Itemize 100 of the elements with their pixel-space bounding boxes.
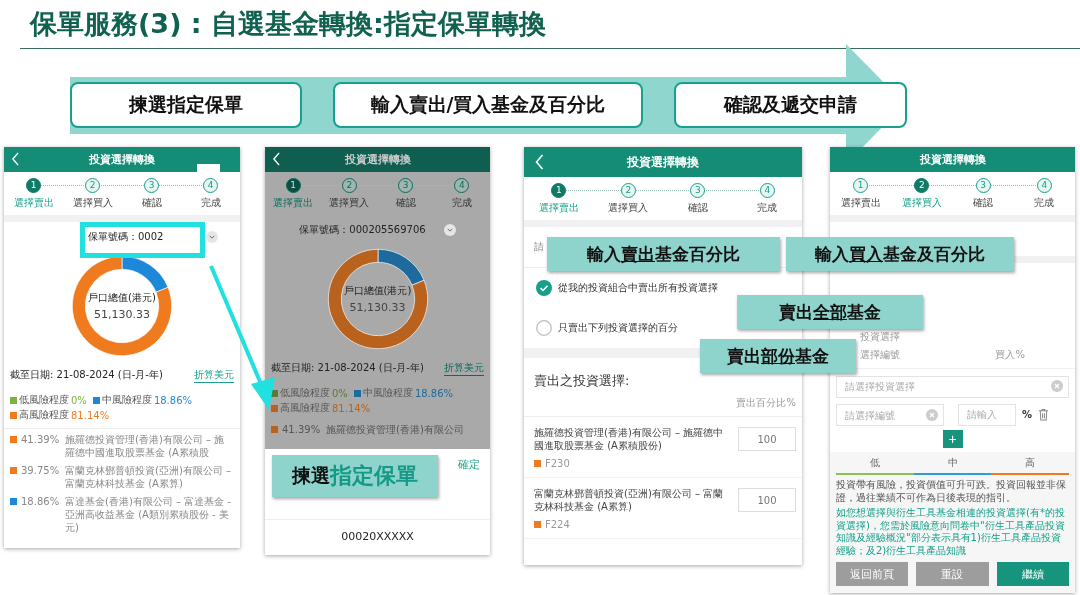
legend-value: 0% — [71, 394, 87, 406]
continue-button[interactable]: 繼續 — [996, 562, 1069, 586]
secondary-button[interactable]: 重設 — [916, 562, 989, 586]
step-number: 3 — [398, 178, 414, 193]
derivative-note: 如您想選擇與衍生工具基金相連的投資選擇(有*的投資選擇)，您需於風險意向問卷中"衍生工具產品投資知識及經驗概況"部分表示具有1)衍生工具產品投資經驗；及2)衍生工具產品知識 — [830, 504, 1075, 557]
field-label: 投資選擇 — [860, 331, 900, 342]
step-number: 3 — [975, 178, 991, 193]
step-label: 選擇買入 — [329, 196, 370, 210]
step-label: 完成 — [451, 196, 472, 210]
step-number: 1 — [285, 178, 301, 193]
holding-name: 施羅德投資管理(香港)有限公司 — [326, 423, 464, 436]
step-label: 選擇買入 — [901, 196, 942, 210]
holding-percent: 41.39% — [21, 433, 61, 446]
donut-caption: 戶口總值(港元) — [343, 284, 412, 298]
callout-label: 賣出部份基金 — [700, 339, 856, 373]
option-label: 從我的投資組合中賣出所有投資選擇 — [558, 281, 718, 295]
fund-code: F230 — [545, 458, 570, 469]
fund-name: 富蘭克林鄧普頓投資(亞洲)有限公司 – 富蘭克林科技基金 (A累算) — [534, 488, 725, 513]
step-number: 3 — [690, 183, 706, 198]
callout-label: 賣出全部基金 — [737, 295, 923, 329]
percent-field[interactable]: 100 — [738, 488, 796, 512]
confirm-button[interactable]: 確定 — [458, 457, 480, 472]
risk-level-label: 低 — [869, 456, 880, 470]
slide-title: 保單服務(3) : 自選基金轉換:指定保單轉換 — [30, 7, 546, 41]
screen-title: 投資選擇轉換 — [919, 152, 986, 167]
fund-code: F224 — [545, 519, 570, 530]
column-header: 賣出百分比% — [736, 396, 796, 410]
back-icon[interactable] — [11, 152, 20, 166]
holding-name: 富蘭克林鄧普頓投資(亞洲)有限公司 – 富蘭克林科技基金 (A累算) — [65, 464, 232, 490]
screen-title: 投資選擇轉換 — [89, 152, 155, 167]
callout-label: 輸入賣出基金百分比 — [547, 237, 780, 271]
code-select-field[interactable]: 請選擇編號 — [836, 404, 944, 426]
step-label: 選擇買入 — [72, 196, 113, 210]
redaction-patch — [197, 164, 220, 172]
legend-label: 中風險程度 — [101, 393, 152, 407]
radio-button[interactable] — [536, 320, 552, 336]
step-label: 選擇買入 — [608, 201, 649, 215]
donut-value: 51,130.33 — [94, 308, 150, 321]
back-icon[interactable] — [272, 152, 281, 166]
legend-value: 0% — [332, 387, 348, 399]
percent-sign: % — [1022, 409, 1033, 421]
legend-label: 中風險程度 — [362, 386, 413, 400]
trash-icon[interactable] — [1038, 408, 1050, 422]
section-title: 賣出之投資選擇: — [533, 372, 631, 390]
chevron-down-icon[interactable] — [443, 224, 456, 236]
step-number: 2 — [85, 178, 100, 193]
step-label: 選擇賣出 — [13, 196, 54, 210]
callout-label: 輸入買入基金及百分比 — [786, 237, 1014, 271]
percent-field[interactable]: 請輸入 — [958, 403, 1016, 426]
add-button[interactable]: + — [942, 430, 963, 448]
legend-label: 高風險程度 — [19, 408, 69, 422]
holding-name: 富達基金(香港)有限公司 – 富達基金 - 亞洲高收益基金 (A類別累積股份 - 美元) — [65, 495, 232, 534]
policy-number: 保單號碼：0002 — [88, 230, 164, 244]
process-step: 揀選指定保單 — [70, 82, 302, 128]
step-label: 完成 — [757, 201, 778, 215]
process-step: 輸入賣出/買入基金及百分比 — [333, 82, 643, 128]
step-number: 1 — [853, 178, 869, 193]
step-number: 3 — [144, 178, 159, 193]
legend-label: 高風險程度 — [280, 401, 330, 415]
donut-value: 51,130.33 — [349, 301, 406, 314]
legend-value: 81.14% — [332, 402, 371, 414]
step-label: 選擇賣出 — [840, 196, 881, 210]
policy-option[interactable]: 00020XXXXX — [265, 519, 490, 543]
percent-field[interactable]: 100 — [738, 427, 796, 451]
instruction-text: 請 — [534, 240, 544, 254]
legend-value: 81.14% — [71, 409, 110, 421]
step-label: 確認 — [973, 196, 994, 210]
as-of-date: 截至日期: 21-08-2024 (日-月-年) — [10, 368, 163, 382]
step-number: 1 — [26, 178, 41, 193]
step-number: 2 — [914, 178, 930, 193]
step-label: 確認 — [687, 201, 708, 215]
step-number: 4 — [203, 178, 218, 193]
risk-level-label: 中 — [947, 456, 958, 470]
policy-number: 保單號碼：000205569706 — [299, 223, 426, 237]
risk-level-label: 高 — [1025, 456, 1036, 470]
column-header: 選擇編號 — [860, 348, 900, 362]
disclaimer-text: 投資帶有風險，投資價值可升可跌。投資回報並非保證，過往業績不可作為日後表現的指引。 — [830, 475, 1075, 504]
fund-select-field[interactable]: 請選擇投資選擇 — [836, 375, 1069, 398]
step-label: 選擇賣出 — [273, 196, 314, 210]
step-number: 2 — [620, 183, 636, 198]
as-of-date: 截至日期: 21-08-2024 (日-月-年) — [271, 361, 424, 375]
legend-label: 低風險程度 — [280, 386, 330, 400]
option-label: 只賣出下列投資選擇的百分 — [558, 321, 678, 335]
convert-link[interactable]: 折算美元 — [194, 368, 234, 383]
legend-value: 18.86% — [153, 394, 192, 406]
secondary-button[interactable]: 返回前頁 — [836, 562, 909, 586]
holding-percent: 39.75% — [21, 464, 61, 477]
step-label: 完成 — [1034, 196, 1055, 210]
step-label: 選擇賣出 — [538, 201, 579, 215]
chevron-down-icon[interactable] — [206, 231, 218, 243]
screen-title: 投資選擇轉換 — [627, 153, 699, 171]
back-icon[interactable] — [534, 154, 545, 170]
column-header: 買入% — [995, 348, 1025, 362]
holding-percent: 18.86% — [21, 495, 61, 508]
radio-checked-icon[interactable] — [536, 280, 552, 296]
holding-name: 施羅德投資管理(香港)有限公司 – 施羅德中國進取股票基金 (A累積股 — [65, 433, 226, 459]
convert-link[interactable]: 折算美元 — [444, 361, 484, 376]
step-number: 2 — [341, 178, 357, 193]
callout-label: 揀選指定保單 — [272, 455, 438, 497]
screen-title: 投資選擇轉換 — [344, 152, 411, 167]
